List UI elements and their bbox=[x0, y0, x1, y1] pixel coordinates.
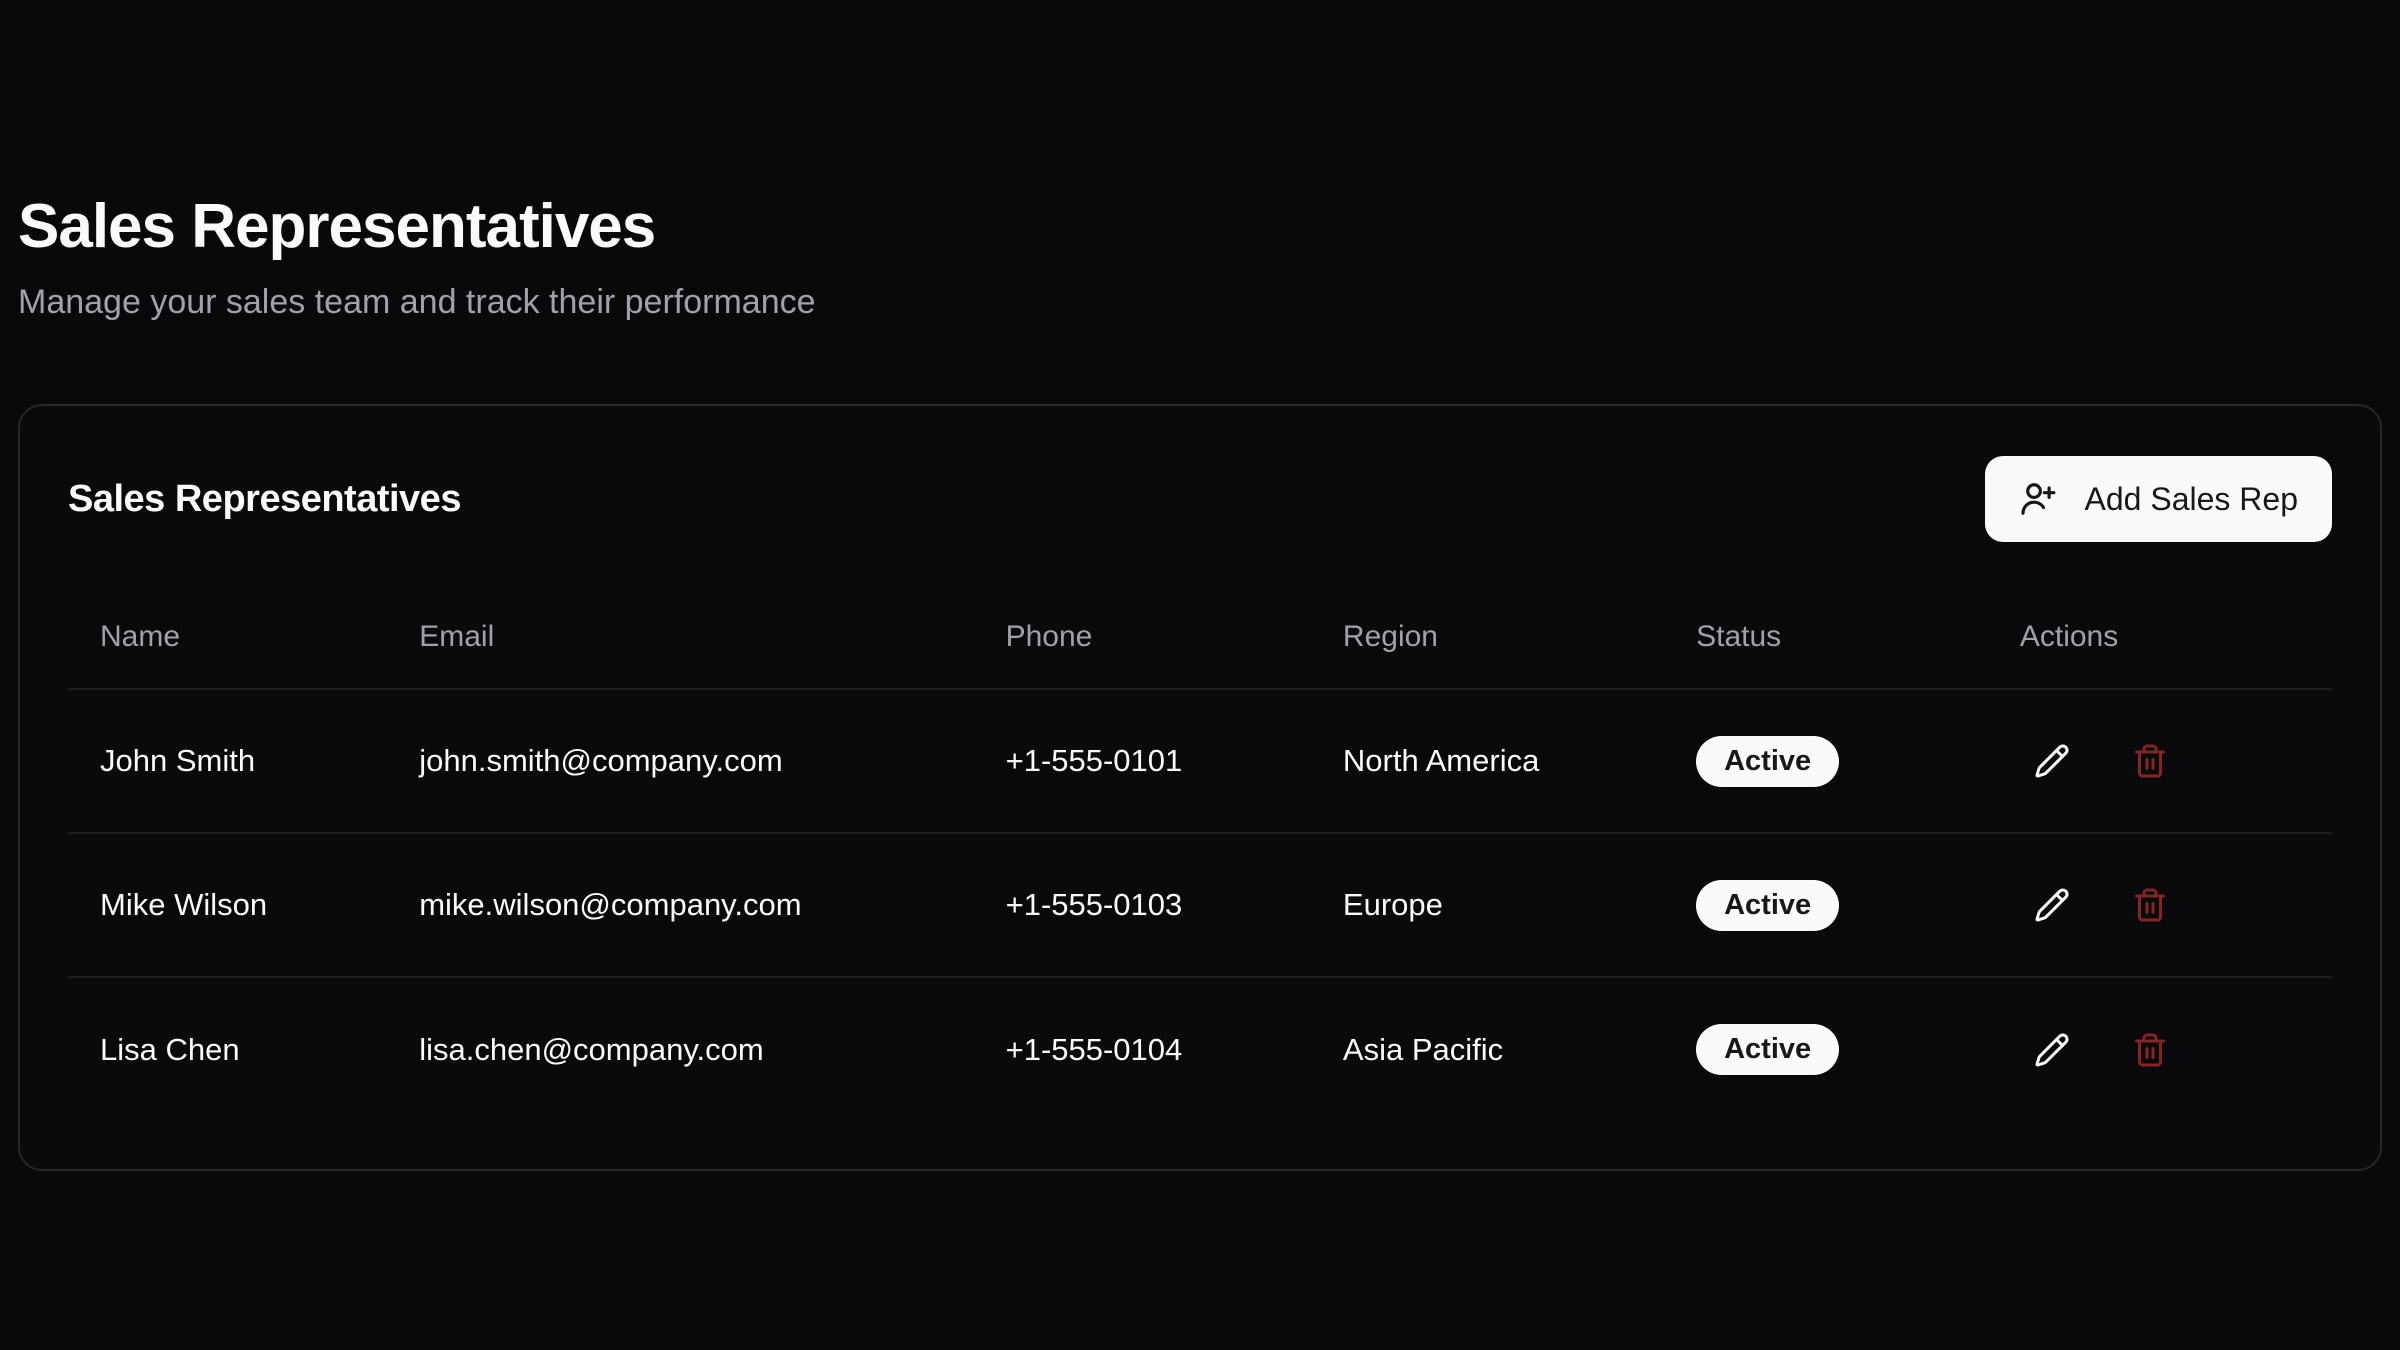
sales-reps-card: Sales Representatives Add Sales Rep Name bbox=[18, 404, 2382, 1171]
user-plus-icon bbox=[2019, 480, 2057, 518]
delete-button[interactable] bbox=[2132, 887, 2168, 923]
rep-region: Europe bbox=[1311, 833, 1664, 977]
rep-email: lisa.chen@company.com bbox=[387, 977, 973, 1121]
status-badge: Active bbox=[1696, 736, 1839, 787]
card-title: Sales Representatives bbox=[68, 478, 461, 521]
column-header-email: Email bbox=[387, 586, 973, 689]
trash-icon bbox=[2132, 1032, 2168, 1068]
table-row: John Smith john.smith@company.com +1-555… bbox=[68, 689, 2332, 833]
row-actions bbox=[2020, 887, 2332, 923]
card-header: Sales Representatives Add Sales Rep bbox=[68, 406, 2332, 542]
trash-icon bbox=[2132, 887, 2168, 923]
rep-region: Asia Pacific bbox=[1311, 977, 1664, 1121]
column-header-region: Region bbox=[1311, 586, 1664, 689]
pencil-icon bbox=[2034, 743, 2070, 779]
rep-region: North America bbox=[1311, 689, 1664, 833]
pencil-icon bbox=[2034, 1032, 2070, 1068]
row-actions bbox=[2020, 743, 2332, 779]
page: Sales Representatives Manage your sales … bbox=[0, 0, 2400, 1171]
column-header-phone: Phone bbox=[974, 586, 1311, 689]
rep-name: John Smith bbox=[68, 689, 387, 833]
rep-name: Lisa Chen bbox=[68, 977, 387, 1121]
rep-name: Mike Wilson bbox=[68, 833, 387, 977]
pencil-icon bbox=[2034, 887, 2070, 923]
delete-button[interactable] bbox=[2132, 1032, 2168, 1068]
trash-icon bbox=[2132, 743, 2168, 779]
edit-button[interactable] bbox=[2034, 887, 2070, 923]
row-actions bbox=[2020, 1032, 2332, 1068]
column-header-actions: Actions bbox=[1988, 586, 2332, 689]
page-title: Sales Representatives bbox=[18, 0, 2382, 264]
column-header-name: Name bbox=[68, 586, 387, 689]
status-badge: Active bbox=[1696, 1024, 1839, 1075]
page-subtitle: Manage your sales team and track their p… bbox=[18, 282, 2382, 323]
add-sales-rep-button[interactable]: Add Sales Rep bbox=[1985, 456, 2332, 542]
delete-button[interactable] bbox=[2132, 743, 2168, 779]
sales-reps-table: Name Email Phone Region Status Actions J… bbox=[68, 586, 2332, 1121]
add-sales-rep-label: Add Sales Rep bbox=[2085, 481, 2298, 518]
column-header-status: Status bbox=[1664, 586, 1988, 689]
rep-email: mike.wilson@company.com bbox=[387, 833, 973, 977]
rep-email: john.smith@company.com bbox=[387, 689, 973, 833]
edit-button[interactable] bbox=[2034, 1032, 2070, 1068]
edit-button[interactable] bbox=[2034, 743, 2070, 779]
rep-phone: +1-555-0104 bbox=[974, 977, 1311, 1121]
table-row: Lisa Chen lisa.chen@company.com +1-555-0… bbox=[68, 977, 2332, 1121]
rep-phone: +1-555-0103 bbox=[974, 833, 1311, 977]
table-header-row: Name Email Phone Region Status Actions bbox=[68, 586, 2332, 689]
table-row: Mike Wilson mike.wilson@company.com +1-5… bbox=[68, 833, 2332, 977]
rep-phone: +1-555-0101 bbox=[974, 689, 1311, 833]
status-badge: Active bbox=[1696, 880, 1839, 931]
